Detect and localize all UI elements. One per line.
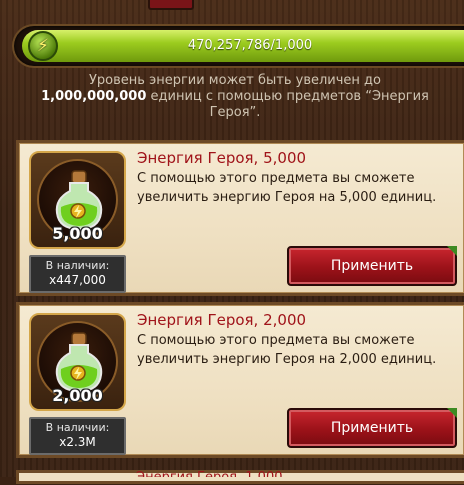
green-corner-icon <box>447 408 457 418</box>
stock-label: В наличии: <box>45 421 110 434</box>
item-card-2000: 2,000 В наличии: x2.3M Энергия Героя, 2,… <box>16 302 464 458</box>
apply-button[interactable]: Применить <box>287 246 457 286</box>
item-title: Энергия Героя, 5,000 <box>137 149 307 167</box>
stock-count: x2.3M <box>59 435 96 449</box>
stock-count: x447,000 <box>49 273 106 287</box>
green-potion-icon <box>55 170 103 231</box>
green-corner-icon <box>447 246 457 256</box>
hint-amount: 1,000,000,000 <box>41 89 147 104</box>
item-card-5000: 5,000 В наличии: x447,000 Энергия Героя,… <box>16 140 464 296</box>
stock-label: В наличии: <box>45 259 110 272</box>
energy-hint: Уровень энергии может быть увеличен до 1… <box>20 73 450 121</box>
energy-value: 470,257,786/1,000 <box>187 38 313 53</box>
item-icon-box[interactable]: 2,000 <box>29 313 126 411</box>
previous-button-stub[interactable] <box>148 0 194 10</box>
apply-button[interactable]: Применить <box>287 408 457 448</box>
stock-box: В наличии: x2.3M <box>29 417 126 455</box>
item-description: С помощью этого предмета вы сможете увел… <box>137 333 437 367</box>
stock-box: В наличии: x447,000 <box>29 255 126 293</box>
item-description: С помощью этого предмета вы сможете увел… <box>137 171 437 205</box>
hint-suffix: единиц с помощью предметов “Энергия Геро… <box>150 89 429 120</box>
green-potion-icon <box>55 332 103 393</box>
item-icon-box[interactable]: 5,000 <box>29 151 126 249</box>
lightning-bolt-icon: ⚡ <box>28 31 58 61</box>
item-amount-badge: 2,000 <box>52 386 103 405</box>
hint-prefix: Уровень энергии может быть увеличен до <box>88 73 381 88</box>
item-title: Энергия Героя, 2,000 <box>137 311 307 329</box>
item-amount-badge: 5,000 <box>52 224 103 243</box>
